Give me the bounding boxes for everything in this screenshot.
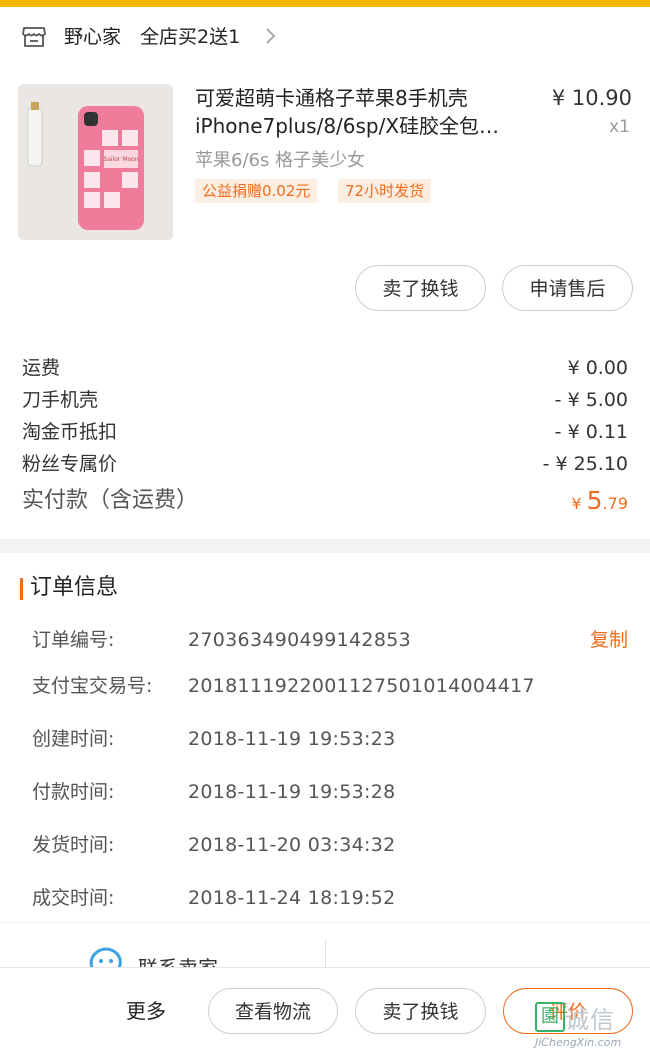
- info-key: 订单编号:: [32, 629, 115, 651]
- product-quantity: x1: [609, 117, 630, 137]
- order-number-row: 订单编号: 270363490499142853: [32, 626, 632, 654]
- shop-promo: 全店买2送1: [140, 26, 241, 48]
- fee-label: 淘金币抵扣: [22, 421, 118, 443]
- paid-time-row: 付款时间: 2018-11-19 19:53:28: [32, 778, 632, 806]
- info-value: 2018-11-24 18:19:52: [188, 887, 396, 909]
- view-logistics-button[interactable]: 查看物流: [208, 988, 338, 1034]
- watermark-logo: 園: [535, 1002, 565, 1032]
- fee-label: 运费: [22, 357, 61, 379]
- sell-for-cash-bottom-button[interactable]: 卖了换钱: [355, 988, 486, 1034]
- more-button[interactable]: 更多: [126, 997, 166, 1025]
- watermark-url: JiChengXin.com: [535, 1036, 622, 1049]
- info-value: 270363490499142853: [188, 629, 411, 651]
- info-value: 2018-11-19 19:53:23: [188, 728, 396, 750]
- sell-for-cash-button[interactable]: 卖了换钱: [355, 265, 486, 311]
- total-currency: ¥: [571, 494, 587, 513]
- product-title-line2: iPhone7plus/8/6sp/X硅胶全包…: [195, 114, 500, 138]
- info-value: 2018-11-19 19:53:28: [188, 781, 396, 803]
- fee-value: - ¥ 25.10: [542, 453, 628, 475]
- product-title-line1: 可爱超萌卡通格子苹果8手机壳: [195, 86, 468, 110]
- case-print-label: Sailor Moon: [103, 156, 138, 163]
- fee-value: - ¥ 0.11: [554, 421, 628, 443]
- contact-divider: [325, 940, 326, 970]
- top-accent-bar: [0, 0, 650, 7]
- product-sku: 苹果6/6s 格子美少女: [195, 150, 366, 171]
- completed-time-row: 成交时间: 2018-11-24 18:19:52: [32, 884, 632, 912]
- watermark-text: 诚信: [565, 1006, 615, 1034]
- info-value: 2018111922001127501014004417: [188, 675, 535, 697]
- fee-row-fan-price: 粉丝专属价 - ¥ 25.10: [22, 450, 628, 478]
- total-integer: 5: [586, 486, 603, 515]
- fee-label: 粉丝专属价: [22, 453, 118, 475]
- product-title[interactable]: 可爱超萌卡通格子苹果8手机壳 iPhone7plus/8/6sp/X硅胶全包…: [195, 84, 535, 140]
- product-price: ¥ 10.90: [551, 86, 632, 110]
- total-amount: ¥ 5.79: [571, 484, 628, 521]
- total-decimal: .79: [602, 494, 628, 513]
- info-value: 2018-11-20 03:34:32: [188, 834, 396, 856]
- fee-row-coins: 淘金币抵扣 - ¥ 0.11: [22, 418, 628, 446]
- info-key: 成交时间:: [32, 887, 115, 909]
- shop-name: 野心家: [64, 26, 122, 48]
- created-time-row: 创建时间: 2018-11-19 19:53:23: [32, 725, 632, 753]
- section-separator: [0, 539, 650, 553]
- fee-value: - ¥ 5.00: [554, 389, 628, 411]
- fee-row-shipping: 运费 ¥ 0.00: [22, 354, 628, 382]
- watermark: 園 诚信 JiChengXin.com: [533, 998, 650, 1053]
- after-sale-button[interactable]: 申请售后: [502, 265, 633, 311]
- shipping-tag: 72小时发货: [338, 179, 432, 203]
- alipay-number-row: 支付宝交易号: 2018111922001127501014004417: [32, 672, 632, 700]
- charity-tag: 公益捐赠0.02元: [195, 179, 318, 203]
- fee-row-discount: 刀手机壳 - ¥ 5.00: [22, 386, 628, 414]
- info-key: 支付宝交易号:: [32, 675, 153, 697]
- shop-icon: [22, 27, 46, 47]
- fee-label: 刀手机壳: [22, 389, 99, 411]
- phone-case-illustration: Sailor Moon: [18, 84, 173, 240]
- copy-button[interactable]: 复制: [590, 626, 628, 654]
- info-key: 付款时间:: [32, 781, 115, 803]
- total-label: 实付款（含运费）: [22, 488, 199, 513]
- section-marker: [20, 578, 23, 600]
- total-paid-row: 实付款（含运费） ¥ 5.79: [22, 484, 628, 520]
- order-info-title: 订单信息: [30, 575, 119, 600]
- info-key: 创建时间:: [32, 728, 115, 750]
- info-key: 发货时间:: [32, 834, 115, 856]
- product-image[interactable]: Sailor Moon: [18, 84, 173, 240]
- fee-value: ¥ 0.00: [567, 357, 628, 379]
- shipped-time-row: 发货时间: 2018-11-20 03:34:32: [32, 831, 632, 859]
- chevron-right-icon: [266, 28, 276, 44]
- shop-row[interactable]: 野心家 全店买2送1: [0, 7, 650, 65]
